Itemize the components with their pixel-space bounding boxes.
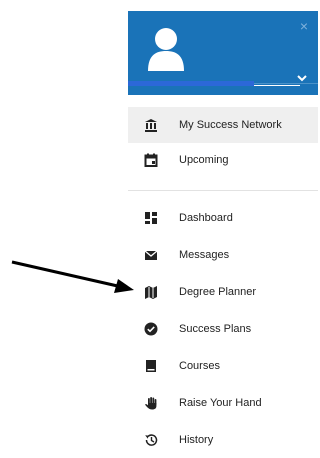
- close-button[interactable]: ×: [300, 19, 308, 33]
- nav-item-label: My Success Network: [179, 119, 282, 131]
- nav-item-degree-planner[interactable]: Degree Planner: [128, 274, 318, 310]
- nav-item-label: Messages: [179, 249, 230, 261]
- chevron-down-icon[interactable]: [296, 72, 308, 84]
- nav-item-label: Courses: [179, 360, 220, 372]
- nav-item-label: Success Plans: [179, 323, 252, 335]
- bank-icon: [145, 119, 157, 132]
- nav-item-dashboard[interactable]: Dashboard: [128, 200, 318, 236]
- nav-item-label: History: [179, 434, 214, 446]
- dashboard-icon: [145, 212, 157, 224]
- nav-item-label: Raise Your Hand: [179, 397, 262, 409]
- nav-item-raise-your-hand[interactable]: Raise Your Hand: [128, 385, 318, 421]
- calendar-icon: [144, 153, 158, 167]
- nav-item-label: Degree Planner: [179, 286, 257, 298]
- sidebar-header: ×: [128, 11, 318, 95]
- user-avatar-icon[interactable]: [146, 25, 186, 73]
- nav-item-label: Dashboard: [179, 212, 233, 224]
- hand-icon: [145, 397, 157, 410]
- arrow-right-icon: [11, 260, 134, 293]
- nav-item-messages[interactable]: Messages: [128, 237, 318, 273]
- nav-item-label: Upcoming: [179, 154, 229, 166]
- nav-item-courses[interactable]: Courses: [128, 348, 318, 384]
- check-circle-icon: [144, 322, 158, 336]
- select-value: [128, 81, 254, 86]
- nav-divider: [128, 190, 318, 191]
- map-icon: [145, 286, 157, 299]
- nav-item-history[interactable]: History: [128, 422, 318, 458]
- select-divider: [254, 85, 300, 86]
- history-icon: [145, 434, 158, 446]
- book-icon: [146, 360, 156, 372]
- account-select[interactable]: [128, 71, 318, 95]
- envelope-icon: [144, 250, 158, 260]
- nav-item-success-plans[interactable]: Success Plans: [128, 311, 318, 347]
- nav-item-my-success-network[interactable]: My Success Network: [128, 107, 318, 143]
- nav-item-upcoming[interactable]: Upcoming: [128, 142, 318, 178]
